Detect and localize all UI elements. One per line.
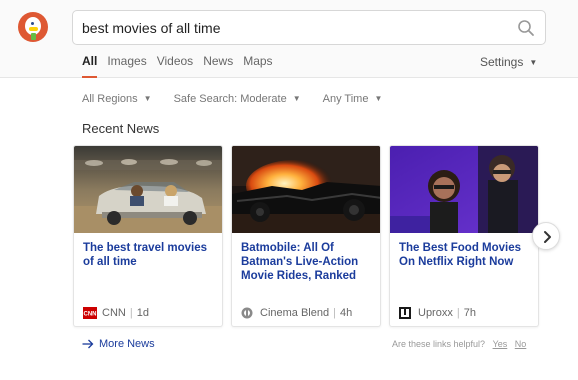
search-tabs: All Images Videos News Maps — [82, 54, 283, 78]
search-input[interactable] — [82, 11, 502, 44]
caret-down-icon: ▼ — [374, 94, 383, 103]
news-card[interactable]: Batmobile: All Of Batman's Live-Action M… — [231, 145, 381, 327]
news-card-title[interactable]: The Best Food Movies On Netflix Right No… — [399, 241, 533, 269]
filter-bar: All Regions ▼ Safe Search: Moderate ▼ Any … — [82, 93, 404, 105]
safe-search-filter[interactable]: Safe Search: Moderate ▼ — [174, 93, 301, 105]
svg-text:CNN: CNN — [84, 312, 97, 318]
news-thumbnail-red-carpet — [390, 146, 538, 233]
news-source: CNN — [102, 307, 126, 319]
uproxx-logo-icon — [399, 307, 413, 319]
feedback-prompt: Are these links helpful? Yes No — [392, 339, 526, 349]
meta-separator: | — [129, 307, 133, 319]
news-card-title[interactable]: The best travel movies of all time — [83, 241, 217, 269]
tab-videos[interactable]: Videos — [157, 54, 193, 78]
chevron-right-icon — [544, 231, 551, 243]
header-bar: All Images Videos News Maps Settings ▼ — [0, 0, 578, 78]
feedback-yes-link[interactable]: Yes — [493, 339, 508, 349]
news-thumbnail-batmobile — [232, 146, 380, 233]
news-card[interactable]: The best travel movies of all time CNN C… — [73, 145, 223, 327]
news-card-meta: Cinema Blend | 4h — [241, 307, 352, 319]
duckduckgo-logo-icon[interactable] — [18, 12, 48, 42]
tab-maps[interactable]: Maps — [243, 54, 272, 78]
search-icon[interactable] — [517, 19, 535, 37]
time-filter-label: Any Time — [322, 93, 369, 105]
safe-search-filter-label: Safe Search: Moderate — [173, 93, 287, 105]
news-card-title[interactable]: Batmobile: All Of Batman's Live-Action M… — [241, 241, 375, 283]
tab-images[interactable]: Images — [107, 54, 146, 78]
tab-news[interactable]: News — [203, 54, 233, 78]
more-news-label: More News — [99, 338, 155, 350]
cnn-logo-icon: CNN — [83, 307, 97, 319]
region-filter[interactable]: All Regions ▼ — [82, 93, 152, 105]
news-age: 4h — [339, 307, 353, 319]
feedback-no-link[interactable]: No — [515, 339, 527, 349]
cinema-blend-logo-icon — [241, 307, 255, 319]
settings-label: Settings — [480, 55, 524, 69]
tab-all[interactable]: All — [82, 54, 98, 78]
caret-down-icon: ▼ — [143, 94, 152, 103]
meta-separator: | — [456, 307, 460, 319]
region-filter-label: All Regions — [82, 93, 138, 105]
section-title: Recent News — [82, 121, 160, 136]
arrow-right-icon — [82, 339, 94, 349]
news-card-meta: CNN CNN | 1d — [83, 307, 149, 319]
news-card-meta: Uproxx | 7h — [399, 307, 476, 319]
caret-down-icon: ▼ — [529, 58, 538, 67]
news-source: Uproxx — [418, 307, 453, 319]
time-filter[interactable]: Any Time ▼ — [323, 93, 383, 105]
news-age: 7h — [463, 307, 476, 319]
news-card[interactable]: The Best Food Movies On Netflix Right No… — [389, 145, 539, 327]
meta-separator: | — [333, 307, 336, 319]
carousel-next-button[interactable] — [532, 222, 560, 250]
news-age: 1d — [136, 307, 149, 319]
feedback-question: Are these links helpful? — [392, 339, 486, 349]
search-box — [72, 10, 546, 45]
news-source: Cinema Blend — [260, 307, 330, 319]
settings-menu[interactable]: Settings ▼ — [480, 55, 537, 69]
caret-down-icon: ▼ — [292, 94, 301, 103]
more-news-link[interactable]: More News — [82, 338, 155, 350]
news-thumbnail-convertible-road-trip — [74, 146, 222, 233]
